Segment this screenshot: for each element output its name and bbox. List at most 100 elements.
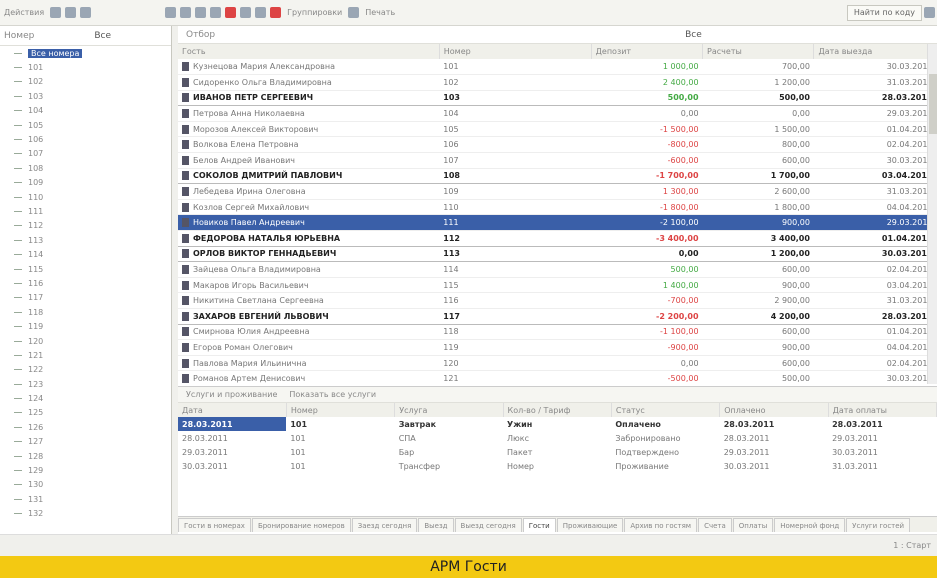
table-row[interactable]: ФЕДОРОВА НАТАЛЬЯ ЮРЬЕВНА 112 -3 400,00 3 40… bbox=[178, 230, 937, 247]
tree-item[interactable]: 108 bbox=[0, 161, 171, 175]
tree-item[interactable]: 110 bbox=[0, 190, 171, 204]
tab[interactable]: Гости в номерах bbox=[178, 518, 251, 532]
tree-item[interactable]: 103 bbox=[0, 89, 171, 103]
delete-icon[interactable] bbox=[225, 7, 237, 18]
refresh-icon[interactable] bbox=[50, 7, 62, 18]
tree-item[interactable]: 123 bbox=[0, 377, 171, 391]
column-header[interactable]: Дата оплаты bbox=[828, 403, 937, 417]
table-row[interactable]: 29.03.2011 101 Бар Пакет Подтверждено 29.03.2… bbox=[178, 445, 937, 459]
tree-item[interactable]: 107 bbox=[0, 147, 171, 161]
column-header[interactable]: Депозит bbox=[591, 44, 704, 59]
tree-item[interactable]: 106 bbox=[0, 132, 171, 146]
table-row[interactable]: Смирнова Юлия Андреевна 118 -1 100,00 600,0… bbox=[178, 324, 937, 341]
tab[interactable]: Услуги гостей bbox=[846, 518, 911, 532]
tree-item[interactable]: 129 bbox=[0, 463, 171, 477]
tree-item[interactable]: 128 bbox=[0, 449, 171, 463]
table-row[interactable]: Никитина Светлана Сергеевна 116 -700,00 2 9… bbox=[178, 292, 937, 309]
show-all-link[interactable]: Показать все услуги bbox=[289, 390, 376, 399]
tree-item[interactable]: 112 bbox=[0, 219, 171, 233]
copy-icon[interactable] bbox=[180, 7, 192, 18]
column-header[interactable]: Расчеты bbox=[702, 44, 815, 59]
tree-item[interactable]: 122 bbox=[0, 363, 171, 377]
sort-icon[interactable] bbox=[80, 7, 92, 18]
tree-item[interactable]: 121 bbox=[0, 348, 171, 362]
table-row[interactable]: Морозов Алексей Викторович 105 -1 500,00 1 … bbox=[178, 121, 937, 138]
help-icon[interactable] bbox=[348, 7, 360, 18]
table-row[interactable]: ИВАНОВ ПЕТР СЕРГЕЕВИЧ 103 500,00 500,00 28.0… bbox=[178, 90, 937, 107]
tree-item[interactable]: 120 bbox=[0, 334, 171, 348]
tree-item[interactable]: 105 bbox=[0, 118, 171, 132]
tree-item[interactable]: 115 bbox=[0, 262, 171, 276]
rooms-header-value[interactable]: Все bbox=[94, 31, 111, 41]
tab[interactable]: Заезд сегодня bbox=[351, 518, 418, 532]
list-icon[interactable] bbox=[240, 7, 252, 18]
table-row[interactable]: Петрова Анна Николаевна 104 0,00 0,00 29.03.… bbox=[178, 105, 937, 122]
mark-icon[interactable] bbox=[270, 7, 282, 18]
add-icon[interactable] bbox=[165, 7, 177, 18]
tree-item[interactable]: 101 bbox=[0, 60, 171, 74]
table-row[interactable]: Сидоренко Ольга Владимировна 102 2 400,00 1… bbox=[178, 74, 937, 91]
table-row[interactable]: 28.03.2011 101 Завтрак Ужин Оплачено 28.03.20… bbox=[178, 417, 937, 431]
tab[interactable]: Архив по гостям bbox=[624, 518, 698, 532]
scrollbar[interactable] bbox=[927, 44, 937, 384]
filter-icon[interactable] bbox=[65, 7, 77, 18]
tab[interactable]: Проживающие bbox=[556, 518, 624, 532]
print-button[interactable]: Печать bbox=[365, 8, 395, 17]
column-header[interactable]: Номер bbox=[439, 44, 592, 59]
tree-item[interactable]: Все номера bbox=[0, 46, 171, 60]
tree-item[interactable]: 113 bbox=[0, 233, 171, 247]
column-header[interactable]: Номер bbox=[286, 403, 396, 417]
column-header[interactable]: Кол-во / Тариф bbox=[503, 403, 612, 417]
tree-item[interactable]: 102 bbox=[0, 75, 171, 89]
folder-icon[interactable] bbox=[210, 7, 222, 18]
tree-item[interactable]: 118 bbox=[0, 305, 171, 319]
tree-item[interactable]: 104 bbox=[0, 104, 171, 118]
table-row[interactable]: Белов Андрей Иванович 107 -600,00 600,00 30.… bbox=[178, 152, 937, 169]
tree-item[interactable]: 124 bbox=[0, 391, 171, 405]
groups-button[interactable]: Группировки bbox=[287, 8, 342, 17]
tree-item[interactable]: 126 bbox=[0, 420, 171, 434]
table-row[interactable]: СОКОЛОВ ДМИТРИЙ ПАВЛОВИЧ 108 -1 700,00 1 70… bbox=[178, 168, 937, 185]
tab[interactable]: Оплаты bbox=[732, 518, 774, 532]
column-header[interactable]: Услуга bbox=[394, 403, 504, 417]
services-tab-label[interactable]: Услуги и проживание bbox=[186, 390, 277, 399]
tab[interactable]: Гости bbox=[522, 518, 556, 532]
table-row[interactable]: Романов Артем Денисович 121 -500,00 500,00 3… bbox=[178, 370, 937, 387]
tree-item[interactable]: 119 bbox=[0, 319, 171, 333]
tree-item[interactable]: 131 bbox=[0, 492, 171, 506]
table-row[interactable]: Кузнецова Мария Александровна 101 1 000,00… bbox=[178, 59, 937, 76]
tree-item[interactable]: 109 bbox=[0, 176, 171, 190]
tab[interactable]: Выезд сегодня bbox=[454, 518, 522, 532]
table-row[interactable]: Новиков Павел Андреевич 111 -2 100,00 900,0… bbox=[178, 214, 937, 232]
tab[interactable]: Номерной фонд bbox=[774, 518, 846, 532]
column-header[interactable]: Дата выезда bbox=[813, 44, 937, 59]
tree-item[interactable]: 111 bbox=[0, 204, 171, 218]
column-header[interactable]: Дата bbox=[178, 403, 287, 417]
tree-item[interactable]: 114 bbox=[0, 247, 171, 261]
scrollbar-thumb[interactable] bbox=[929, 74, 937, 134]
find-by-code-button[interactable]: Найти по коду bbox=[846, 4, 922, 21]
column-header[interactable]: Оплачено bbox=[719, 403, 829, 417]
edit-icon[interactable] bbox=[195, 7, 207, 18]
tree-item[interactable]: 127 bbox=[0, 435, 171, 449]
tab[interactable]: Бронирование номеров bbox=[251, 518, 351, 532]
tree-item[interactable]: 125 bbox=[0, 406, 171, 420]
tab[interactable]: Счета bbox=[698, 518, 732, 532]
tree-icon[interactable] bbox=[255, 7, 267, 18]
tree-item[interactable]: 132 bbox=[0, 507, 171, 521]
tree-item[interactable]: 130 bbox=[0, 478, 171, 492]
tab[interactable]: Выезд bbox=[418, 518, 454, 532]
table-row[interactable]: ЗАХАРОВ ЕВГЕНИЙ ЛЬВОВИЧ 117 -2 200,00 4 200… bbox=[178, 308, 937, 325]
tree-item[interactable]: 116 bbox=[0, 276, 171, 290]
filter-value[interactable]: Все bbox=[685, 30, 702, 40]
close-icon[interactable] bbox=[924, 7, 935, 18]
table-row[interactable]: 30.03.2011 101 Трансфер Номер Проживание 30.0… bbox=[178, 459, 937, 473]
table-row[interactable]: 28.03.2011 101 СПА Люкс Забронировано 28.03.2… bbox=[178, 431, 937, 445]
column-header[interactable]: Статус bbox=[611, 403, 721, 417]
table-row[interactable]: Лебедева Ирина Олеговна 109 1 300,00 2 600,… bbox=[178, 183, 937, 200]
column-header[interactable]: Гость bbox=[178, 44, 440, 59]
table-row[interactable]: Павлова Мария Ильинична 120 0,00 600,00 02.0… bbox=[178, 355, 937, 372]
table-row[interactable]: Егоров Роман Олегович 119 -900,00 900,00 04.… bbox=[178, 339, 937, 356]
table-row[interactable]: Зайцева Ольга Владимировна 114 500,00 600,0… bbox=[178, 261, 937, 278]
actions-menu[interactable]: Действия bbox=[4, 8, 44, 17]
